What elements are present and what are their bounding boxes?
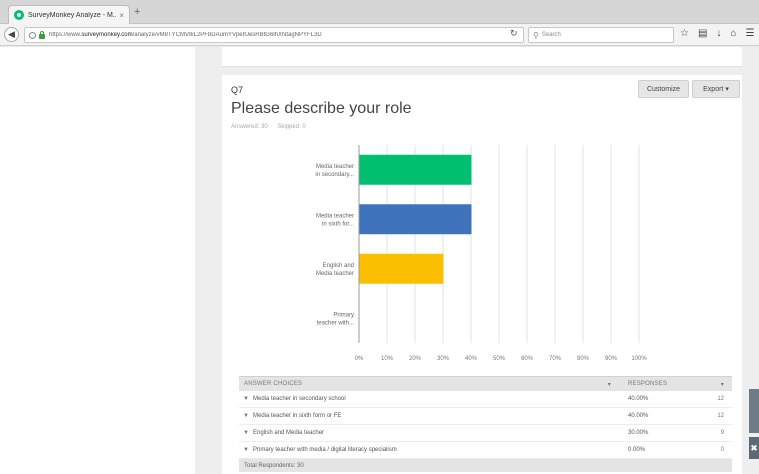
- answer-choice: Media teacher in secondary school: [253, 396, 346, 402]
- surveymonkey-favicon-icon: [14, 10, 24, 20]
- menu-icon[interactable]: ☰: [745, 28, 754, 39]
- search-icon: ⚲: [533, 30, 539, 40]
- home-icon[interactable]: ⌂: [730, 28, 736, 39]
- bookmark-star-icon[interactable]: ☆: [680, 28, 689, 39]
- answer-choice: English and Media teacher: [253, 430, 325, 436]
- x-tick-label: 100%: [631, 356, 647, 362]
- sort-chevron-icon[interactable]: ▾: [721, 381, 724, 388]
- response-percent: 30.00%: [628, 430, 649, 436]
- response-percent: 40.00%: [628, 413, 649, 419]
- left-panel: [0, 47, 195, 474]
- expand-caret-icon[interactable]: ▼: [239, 447, 253, 453]
- chart-bar[interactable]: [359, 154, 472, 185]
- expand-caret-icon[interactable]: ▼: [239, 430, 253, 436]
- customize-button[interactable]: Customize: [638, 80, 689, 98]
- url-prefix: https://www.: [49, 32, 82, 38]
- responses-header[interactable]: RESPONSES ▾: [619, 381, 732, 388]
- reload-icon[interactable]: ↻: [510, 28, 518, 39]
- browser-tab-bar: SurveyMonkey Analyze - M... × +: [0, 0, 759, 24]
- response-count: 12: [717, 396, 724, 402]
- answer-choice: Media teacher in sixth form or FE: [253, 413, 342, 419]
- question-number: Q7: [231, 85, 244, 95]
- search-input[interactable]: ⚲ Search: [528, 27, 674, 43]
- response-bar-chart: 0% 10% 20% 30% 40% 50% 60% 70% 80% 90% 100% Media t…: [315, 145, 647, 362]
- tab-title: SurveyMonkey Analyze - M...: [28, 11, 117, 19]
- table-header: ANSWER CHOICES ▾ RESPONSES ▾: [239, 376, 732, 391]
- question-stats: Answered: 30 Skipped: 0: [231, 124, 314, 130]
- question-title: Please describe your role: [231, 100, 412, 117]
- search-placeholder: Search: [541, 32, 561, 38]
- category-label: Media teacher in secondary...: [315, 164, 354, 178]
- answer-choice: Primary teacher with media / digital lit…: [253, 447, 397, 453]
- x-tick-label: 70%: [549, 356, 562, 362]
- question-card: Q7 Please describe your role Answered: 3…: [222, 75, 742, 474]
- x-tick-label: 30%: [437, 356, 450, 362]
- sort-chevron-icon[interactable]: ▾: [608, 381, 611, 388]
- export-button[interactable]: Export ▾: [692, 80, 740, 98]
- info-icon[interactable]: [29, 31, 36, 39]
- chart-bar[interactable]: [359, 204, 472, 235]
- url-path: /analyze/vM8TYCMV8iL2PFbDAumYVpeIfJesRBt…: [132, 32, 322, 38]
- reading-list-icon[interactable]: ▤: [698, 28, 707, 39]
- chart-bar[interactable]: [359, 253, 444, 284]
- browser-tab[interactable]: SurveyMonkey Analyze - M... ×: [8, 5, 130, 24]
- category-label: English and Media teacher: [316, 263, 354, 277]
- answer-choices-header-label: ANSWER CHOICES: [244, 380, 303, 387]
- skipped-count: Skipped: 0: [277, 124, 306, 130]
- answered-count: Answered: 30: [231, 124, 268, 130]
- results-content: Q7 Please describe your role Answered: 3…: [195, 47, 759, 474]
- table-row[interactable]: ▼ Media teacher in secondary school 40.00%…: [239, 391, 732, 408]
- response-count: 9: [720, 430, 724, 436]
- x-tick-label: 60%: [521, 356, 534, 362]
- response-percent: 0.00%: [628, 447, 646, 453]
- expand-caret-icon[interactable]: ▼: [239, 396, 253, 402]
- x-tick-label: 80%: [577, 356, 590, 362]
- total-respondents: Total Respondents: 30: [239, 459, 732, 472]
- expand-caret-icon[interactable]: ▼: [239, 413, 253, 419]
- response-count: 12: [717, 413, 724, 419]
- answer-choices-table: ANSWER CHOICES ▾ RESPONSES ▾ ▼ Media teac…: [239, 376, 732, 472]
- x-tick-label: 50%: [493, 356, 506, 362]
- previous-question-card: [222, 47, 742, 67]
- x-tick-label: 90%: [605, 356, 618, 362]
- browser-nav-bar: ◀ https://www.surveymonkey.com/analyze/v…: [0, 24, 759, 46]
- response-count: 0: [720, 447, 724, 453]
- category-label: Media teacher in sixth for...: [316, 213, 354, 227]
- back-button[interactable]: ◀: [4, 27, 19, 42]
- tab-close-icon[interactable]: ×: [119, 11, 124, 20]
- lock-icon: [39, 30, 45, 39]
- back-arrow-icon: ◀: [8, 29, 15, 39]
- table-row[interactable]: ▼ Media teacher in sixth form or FE 40.00%…: [239, 408, 732, 425]
- url-domain: surveymonkey.com: [81, 32, 133, 38]
- table-row[interactable]: ▼ English and Media teacher 30.00% 9: [239, 425, 732, 442]
- x-tick-label: 0%: [355, 356, 364, 362]
- x-tick-label: 10%: [381, 356, 394, 362]
- url-bar[interactable]: https://www.surveymonkey.com/analyze/vM8…: [24, 27, 524, 43]
- new-tab-button[interactable]: +: [134, 6, 140, 18]
- category-label: Primary teacher with...: [317, 312, 355, 326]
- table-row[interactable]: ▼ Primary teacher with media / digital li…: [239, 442, 732, 459]
- x-tick-label: 40%: [465, 356, 478, 362]
- collapse-icon[interactable]: ✖: [749, 437, 759, 459]
- feedback-tab[interactable]: [749, 389, 759, 433]
- answer-choices-header[interactable]: ANSWER CHOICES ▾: [239, 381, 619, 388]
- download-icon[interactable]: ↓: [716, 28, 721, 39]
- responses-header-label: RESPONSES: [628, 380, 668, 387]
- url-text[interactable]: https://www.surveymonkey.com/analyze/vM8…: [49, 32, 519, 38]
- response-percent: 40.00%: [628, 396, 649, 402]
- toolbar-icons: ☆ ▤ ↓ ⌂ ☰: [680, 28, 754, 39]
- x-tick-label: 20%: [409, 356, 422, 362]
